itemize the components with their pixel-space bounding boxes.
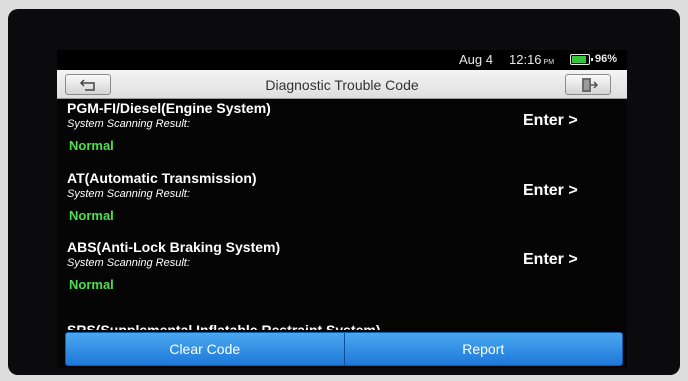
report-button[interactable]: Report [345, 333, 623, 365]
system-name: SRS(Supplemental Inflatable Restraint Sy… [67, 322, 381, 330]
scan-result-label: System Scanning Result: [67, 118, 190, 130]
exit-door-icon [582, 78, 599, 92]
footer-toolbar: Clear Code Report [65, 332, 623, 366]
battery-icon [570, 54, 593, 65]
system-item-transmission[interactable]: AT(Automatic Transmission) System Scanni… [57, 170, 627, 240]
system-item-abs[interactable]: ABS(Anti-Lock Braking System) System Sca… [57, 239, 627, 309]
scan-result-label: System Scanning Result: [67, 257, 190, 269]
page-title: Diagnostic Trouble Code [265, 77, 419, 93]
system-name: ABS(Anti-Lock Braking System) [67, 239, 281, 255]
scan-result-label: System Scanning Result: [67, 188, 190, 200]
status-time-value: 12:16 [509, 52, 542, 67]
battery-fill [572, 56, 586, 63]
battery-percent: 96% [595, 53, 618, 65]
enter-button[interactable]: Enter > [523, 251, 578, 269]
clear-code-button[interactable]: Clear Code [66, 333, 345, 365]
scan-status: Normal [69, 277, 114, 292]
enter-button[interactable]: Enter > [523, 112, 578, 130]
enter-button[interactable]: Enter > [523, 182, 578, 200]
system-item-engine[interactable]: PGM-FI/Diesel(Engine System) System Scan… [57, 100, 627, 170]
system-item-srs-partial[interactable]: SRS(Supplemental Inflatable Restraint Sy… [67, 318, 387, 330]
status-ampm: PM [543, 59, 555, 66]
scan-status: Normal [69, 208, 114, 223]
status-time: 12:16 PM [509, 52, 554, 67]
system-name: PGM-FI/Diesel(Engine System) [67, 100, 271, 116]
scan-status: Normal [69, 138, 114, 153]
status-date: Aug 4 [459, 52, 493, 67]
status-bar: Aug 4 12:16 PM 96% [57, 50, 627, 70]
device-screen: Aug 4 12:16 PM 96% Diagnostic Trouble Cod… [57, 50, 627, 368]
system-list: PGM-FI/Diesel(Engine System) System Scan… [57, 100, 627, 330]
system-name: AT(Automatic Transmission) [67, 170, 257, 186]
exit-button[interactable] [565, 74, 611, 95]
battery-nub [591, 58, 593, 61]
title-bar: Diagnostic Trouble Code [57, 70, 627, 99]
